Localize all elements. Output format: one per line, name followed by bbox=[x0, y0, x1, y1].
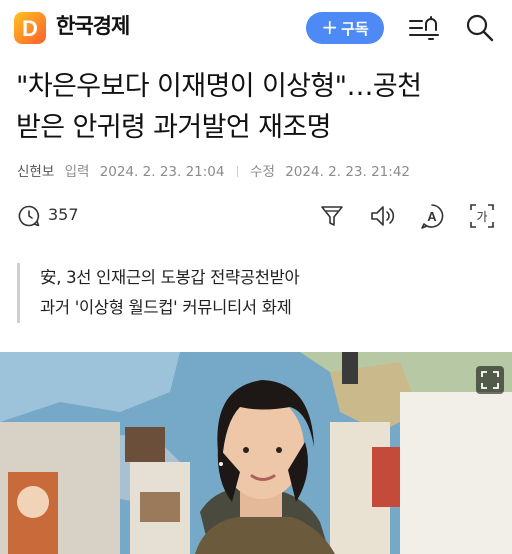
article-toolbar: 357 A 가 bbox=[0, 198, 512, 234]
subscribe-label: 구독 bbox=[341, 19, 369, 38]
modified-date: 2024. 2. 23. 21:42 bbox=[285, 164, 410, 180]
logo-icon[interactable]: D bbox=[14, 12, 46, 44]
title-line-1: "차은우보다 이재명이 이상형"…공천 bbox=[16, 71, 422, 102]
meta-divider bbox=[236, 166, 238, 177]
plus-icon: + bbox=[321, 15, 339, 39]
font-size-glyph: 가 bbox=[476, 210, 487, 224]
search-icon[interactable] bbox=[464, 12, 496, 44]
modified-label: 수정 bbox=[250, 164, 275, 180]
summary-line-2: 과거 '이상형 월드컵' 커뮤니티서 화제 bbox=[40, 298, 292, 317]
summary-line-1: 安, 3선 인재근의 도봉갑 전략공천받아 bbox=[40, 268, 300, 287]
listen-icon[interactable] bbox=[368, 202, 396, 230]
menu-alarm-icon[interactable] bbox=[408, 14, 442, 42]
translate-icon[interactable]: A bbox=[418, 202, 446, 230]
font-size-icon[interactable]: 가 bbox=[468, 202, 496, 230]
brand-name[interactable]: 한국경제 bbox=[56, 10, 130, 42]
subscribe-button[interactable]: + 구독 bbox=[306, 12, 384, 44]
title-line-2: 받은 안귀령 과거발언 재조명 bbox=[16, 112, 331, 143]
comment-count[interactable]: 357 bbox=[48, 205, 79, 224]
article-photo[interactable] bbox=[0, 352, 512, 554]
article-meta: 신현보 입력 2024. 2. 23. 21:04 수정 2024. 2. 23… bbox=[17, 160, 410, 180]
photo-illustration bbox=[0, 352, 512, 554]
expand-image-icon[interactable] bbox=[476, 366, 504, 394]
top-header: D 한국경제 + 구독 bbox=[0, 0, 512, 56]
article-title: "차은우보다 이재명이 이상형"…공천 받은 안귀령 과거발언 재조명 bbox=[16, 66, 504, 148]
comment-icon[interactable] bbox=[17, 204, 41, 228]
input-label: 입력 bbox=[64, 164, 90, 180]
translate-glyph: A bbox=[427, 209, 437, 224]
filter-icon[interactable] bbox=[318, 202, 346, 230]
input-date: 2024. 2. 23. 21:04 bbox=[99, 164, 225, 180]
reporter-name[interactable]: 신현보 bbox=[17, 164, 54, 180]
logo-letter: D bbox=[22, 16, 38, 41]
article-summary: 安, 3선 인재근의 도봉갑 전략공천받아 과거 '이상형 월드컵' 커뮤니티서… bbox=[17, 263, 437, 323]
